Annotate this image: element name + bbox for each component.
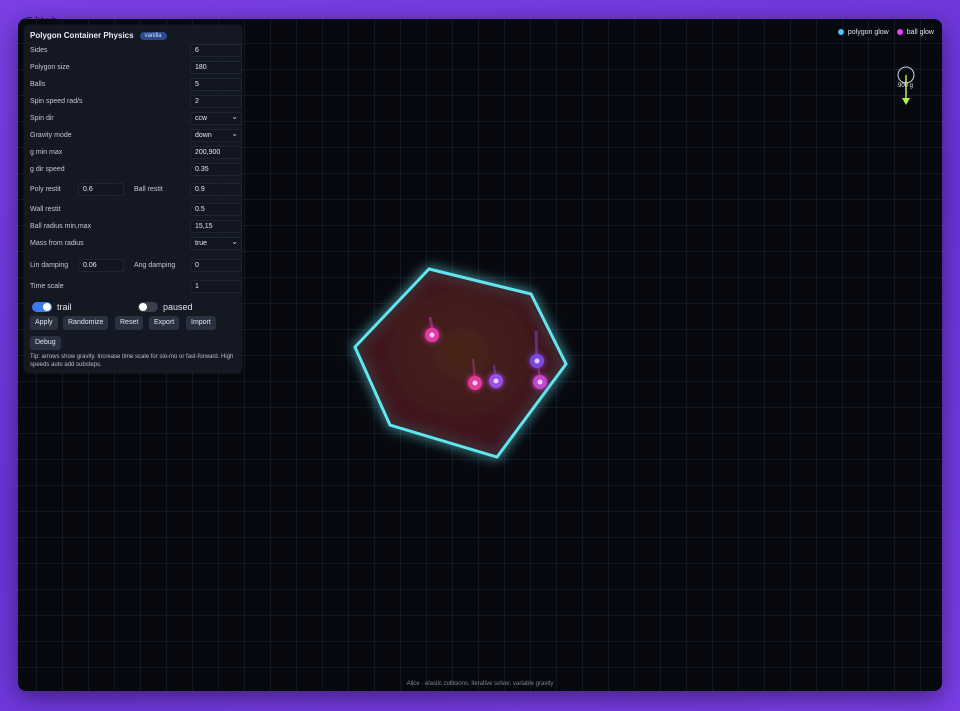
time-scale-label: Time scale <box>30 283 64 290</box>
spin-speed-input[interactable]: 2 <box>190 95 242 108</box>
footer-caption: Alice · elastic collisions, iterative so… <box>406 681 554 687</box>
time-scale-input[interactable]: 1 <box>190 280 242 293</box>
wall-restit-input[interactable]: 0.5 <box>190 203 242 216</box>
ball-highlight <box>493 378 499 384</box>
spin-speed-row: Spin speed rad/s 2 <box>30 95 242 109</box>
polygon-size-label: Polygon size <box>30 64 70 71</box>
apply-button[interactable]: Apply <box>30 316 58 330</box>
ang-damping-label: Ang damping <box>134 262 176 269</box>
reset-button[interactable]: Reset <box>115 316 144 330</box>
vanilla-badge: vanilla <box>139 31 167 40</box>
polygon-glow-dot-icon <box>837 29 844 36</box>
g-dir-speed-input[interactable]: 0.35 <box>190 163 242 176</box>
ball-highlight <box>429 332 435 338</box>
ball-highlight <box>534 358 540 364</box>
mass-from-radius-row: Mass from radius true <box>30 237 242 251</box>
legend-item-polygon-glow: polygon glow <box>837 29 889 36</box>
export-button[interactable]: Export <box>149 316 180 330</box>
ang-damping-input[interactable]: 0 <box>190 259 242 272</box>
ball-highlight <box>537 379 543 385</box>
gravity-mode-select[interactable]: down <box>190 129 242 142</box>
sides-row: Sides 6 <box>30 44 242 58</box>
lin-damping-label: Lin damping <box>30 262 69 269</box>
lin-damping-input[interactable]: 0.06 <box>78 259 124 272</box>
wall-restit-row: Wall restit 0.5 <box>30 203 242 217</box>
debug-button[interactable]: Debug <box>30 336 61 350</box>
ball-radius-input[interactable]: 15,15 <box>190 220 242 233</box>
poly-restit-label: Poly restit <box>30 186 61 193</box>
polygon-size-row: Polygon size 180 <box>30 61 242 75</box>
time-scale-row: Time scale 1 <box>30 280 242 294</box>
paused-label: paused <box>163 302 193 312</box>
spin-speed-label: Spin speed rad/s <box>30 98 83 105</box>
paused-switch[interactable] <box>138 302 158 312</box>
mass-from-radius-label: Mass from radius <box>30 240 84 247</box>
spin-dir-row: Spin dir ccw <box>30 112 242 126</box>
gravity-mode-label: Gravity mode <box>30 132 72 139</box>
ball-glow-dot-icon <box>896 29 903 36</box>
sides-input[interactable]: 6 <box>190 44 242 57</box>
ball-radius-row: Ball radius min,max 15,15 <box>30 220 242 234</box>
g-min-max-row: g min max 200,900 <box>30 146 242 160</box>
g-min-max-label: g min max <box>30 149 63 156</box>
spin-dir-label: Spin dir <box>30 115 54 122</box>
balls-label: Balls <box>30 81 46 88</box>
damping-row: Lin damping 0.06 Ang damping 0 <box>30 259 242 273</box>
gravity-mode-row: Gravity mode down <box>30 129 242 143</box>
panel-title: Polygon Container Physics <box>30 31 134 40</box>
paused-toggle[interactable]: paused <box>138 302 193 312</box>
trail-label: trail <box>57 302 72 312</box>
poly-restit-input[interactable]: 0.6 <box>78 183 124 196</box>
trail-switch[interactable] <box>32 302 52 312</box>
g-dir-speed-label: g dir speed <box>30 166 65 173</box>
mass-from-radius-select[interactable]: true <box>190 237 242 250</box>
gravity-arrowhead-icon <box>902 98 910 105</box>
gravity-magnitude-label: 900 g <box>898 83 914 89</box>
wall-restit-label: Wall restit <box>30 206 61 213</box>
legend: polygon glow ball glow <box>837 29 934 36</box>
balls-input[interactable]: 5 <box>190 78 242 91</box>
sides-label: Sides <box>30 47 48 54</box>
ball-highlight <box>472 380 478 386</box>
polygon-size-input[interactable]: 180 <box>190 61 242 74</box>
ball-restit-label: Ball restit <box>134 186 163 193</box>
import-button[interactable]: Import <box>186 316 216 330</box>
balls-row: Balls 5 <box>30 78 242 92</box>
restitution-row: Poly restit 0.6 Ball restit 0.9 <box>30 183 242 197</box>
ball-restit-input[interactable]: 0.9 <box>190 183 242 196</box>
controls-panel: Polygon Container Physics vanilla Sides … <box>24 25 242 373</box>
legend-item-ball-glow: ball glow <box>896 29 934 36</box>
tip-text: Tip: arrows show gravity. Increase time … <box>30 354 234 368</box>
spin-dir-select[interactable]: ccw <box>190 112 242 125</box>
trail-toggle[interactable]: trail <box>32 302 72 312</box>
randomize-button[interactable]: Randomize <box>63 316 109 330</box>
g-min-max-input[interactable]: 200,900 <box>190 146 242 159</box>
app-window: 900 g polygon glow ball glow Polygon Con… <box>18 19 942 691</box>
g-dir-speed-row: g dir speed 0.35 <box>30 163 242 177</box>
ball-radius-label: Ball radius min,max <box>30 223 92 230</box>
